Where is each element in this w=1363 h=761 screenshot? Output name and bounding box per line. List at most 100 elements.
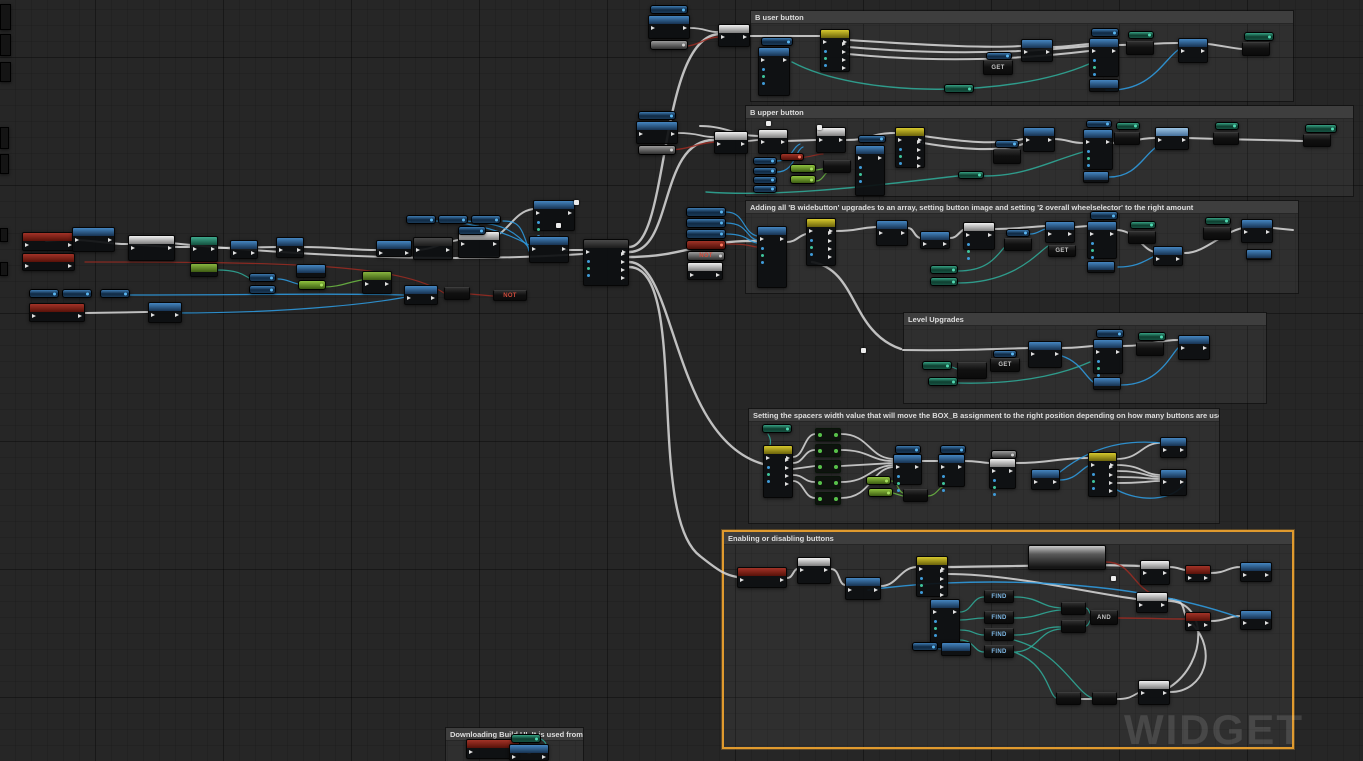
exec-pins[interactable]: [1109, 465, 1113, 497]
variable-pill[interactable]: [1096, 329, 1124, 338]
event-node[interactable]: [737, 567, 787, 588]
function-node[interactable]: [1083, 171, 1109, 183]
operator-node[interactable]: [1126, 41, 1154, 55]
data-pins[interactable]: [1087, 150, 1090, 171]
variable-pill[interactable]: [1138, 332, 1166, 341]
operator-node[interactable]: [1061, 602, 1086, 615]
event-node[interactable]: [29, 303, 85, 322]
function-node[interactable]: [276, 237, 304, 258]
variable-pill[interactable]: [1086, 120, 1112, 128]
reroute-node[interactable]: [1111, 576, 1116, 581]
variable-pill[interactable]: [686, 207, 726, 217]
variable-pill[interactable]: [1116, 122, 1140, 130]
branch-node[interactable]: [815, 444, 841, 457]
exec-pins[interactable]: [842, 42, 846, 74]
function-node[interactable]: [148, 302, 182, 323]
variable-pill[interactable]: [940, 445, 966, 454]
variable-pill[interactable]: [1090, 211, 1118, 220]
operator-node[interactable]: GET: [990, 358, 1020, 372]
reroute-node[interactable]: [556, 223, 561, 228]
event-node[interactable]: [1185, 612, 1211, 631]
operator-node[interactable]: [1203, 227, 1231, 240]
blueprint-graph[interactable]: B user buttonB upper buttonAdding all 'B…: [0, 0, 1363, 761]
variable-pill[interactable]: [686, 240, 726, 250]
function-node[interactable]: [893, 454, 922, 485]
switch-node[interactable]: [895, 127, 925, 168]
function-node[interactable]: [1155, 127, 1189, 150]
function-node[interactable]: [1087, 221, 1117, 259]
variable-pill[interactable]: [762, 424, 792, 433]
variable-pill[interactable]: [780, 153, 804, 161]
variable-pill[interactable]: [866, 476, 891, 485]
function-node[interactable]: [876, 220, 908, 246]
event-node[interactable]: [22, 253, 75, 271]
function-node[interactable]: [1093, 339, 1123, 374]
exec-pins[interactable]: [940, 569, 944, 601]
operator-node[interactable]: NOT: [493, 290, 527, 301]
macro-node[interactable]: [1136, 592, 1168, 613]
branch-node[interactable]: [815, 428, 841, 441]
variable-pill[interactable]: [858, 135, 886, 143]
variable-pill[interactable]: [298, 280, 326, 290]
operator-node[interactable]: FIND: [984, 611, 1014, 624]
function-node[interactable]: [404, 285, 438, 305]
variable-pill[interactable]: [895, 445, 921, 454]
function-node[interactable]: [941, 642, 971, 656]
function-node[interactable]: [758, 47, 790, 96]
data-pins[interactable]: [897, 475, 900, 496]
function-node[interactable]: [1031, 469, 1060, 490]
variable-pill[interactable]: [686, 218, 726, 228]
variable-pill[interactable]: [438, 215, 468, 224]
operator-node[interactable]: [957, 362, 987, 379]
operator-node[interactable]: FIND: [984, 590, 1014, 603]
operator-node[interactable]: [993, 149, 1021, 164]
macro-node[interactable]: [816, 127, 846, 153]
variable-pill[interactable]: [944, 84, 974, 93]
function-node[interactable]: [1021, 39, 1053, 62]
variable-pill[interactable]: [958, 171, 984, 179]
data-pins[interactable]: [824, 50, 827, 71]
macro-node[interactable]: [714, 131, 748, 154]
variable-pill[interactable]: [753, 167, 777, 175]
sequence-node[interactable]: [583, 239, 629, 286]
data-pins[interactable]: [967, 243, 970, 264]
variable-pill[interactable]: [406, 215, 436, 224]
variable-pill[interactable]: [930, 265, 958, 274]
note-node[interactable]: [1028, 545, 1106, 570]
variable-pill[interactable]: [986, 52, 1012, 60]
branch-node[interactable]: [815, 492, 841, 505]
variable-pill[interactable]: [753, 185, 777, 193]
pure-function-node[interactable]: [190, 263, 218, 277]
operator-node[interactable]: [903, 489, 928, 502]
operator-node[interactable]: [1061, 620, 1086, 633]
variable-pill[interactable]: [511, 734, 541, 743]
variable-pill[interactable]: [993, 350, 1017, 358]
data-pins[interactable]: [899, 148, 902, 169]
function-node[interactable]: [930, 599, 960, 648]
function-node[interactable]: [1028, 341, 1062, 368]
reroute-node[interactable]: [861, 348, 866, 353]
function-node[interactable]: [920, 231, 950, 249]
data-pins[interactable]: [942, 475, 945, 496]
variable-pill[interactable]: [868, 488, 893, 497]
variable-pill[interactable]: [650, 5, 688, 14]
pure-function-node[interactable]: [362, 271, 392, 294]
function-node[interactable]: [1160, 437, 1187, 458]
reroute-node[interactable]: [817, 125, 822, 130]
reroute-node[interactable]: [766, 121, 771, 126]
data-pins[interactable]: [761, 247, 764, 268]
function-node[interactable]: [1045, 221, 1075, 243]
macro-node[interactable]: [963, 222, 995, 250]
macro-node[interactable]: [1138, 680, 1170, 705]
macro-node[interactable]: [687, 262, 723, 280]
macro-node[interactable]: [1140, 560, 1170, 585]
switch-node[interactable]: [820, 29, 850, 72]
function-node[interactable]: [1153, 246, 1183, 266]
macro-node[interactable]: [797, 557, 831, 584]
function-node[interactable]: [1093, 377, 1121, 390]
variable-pill[interactable]: [790, 175, 816, 184]
operator-node[interactable]: [1136, 342, 1164, 356]
variable-pill[interactable]: [249, 285, 276, 294]
variable-pill[interactable]: [458, 226, 486, 235]
data-pins[interactable]: [1093, 59, 1096, 80]
